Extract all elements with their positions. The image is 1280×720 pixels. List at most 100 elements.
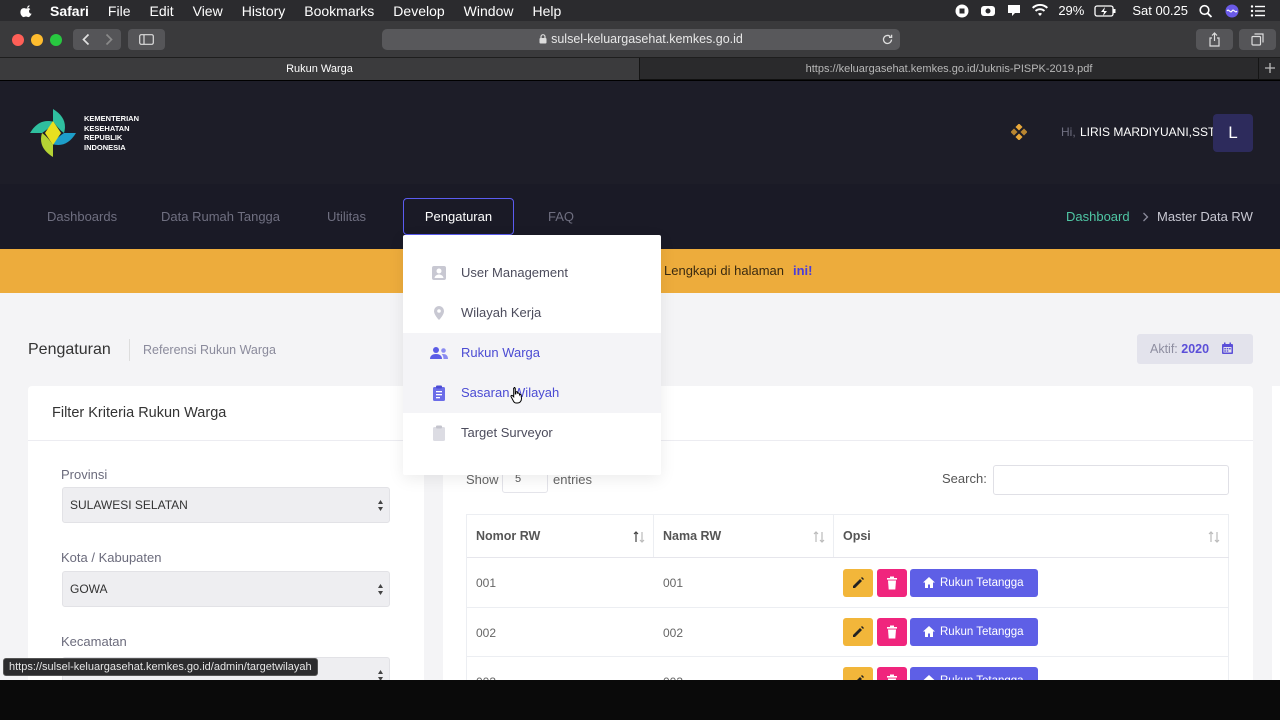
kemenkes-logo-icon[interactable] [28,107,78,159]
active-year-badge[interactable]: Aktif: 2020 [1137,334,1253,364]
edit-button[interactable] [843,569,873,597]
apple-icon[interactable] [20,4,34,18]
calendar-icon [1222,342,1233,354]
right-side-panel [1272,386,1280,680]
row-divider [467,656,1229,657]
nav-pengaturan[interactable]: Pengaturan [403,198,514,235]
sort-icon [633,531,645,543]
close-window-button[interactable] [12,34,24,46]
menu-help[interactable]: Help [532,3,561,19]
select-arrows-icon [378,500,383,511]
tab-overview-button[interactable] [1239,29,1276,50]
user-avatar[interactable]: L [1213,114,1253,152]
spotlight-search-icon[interactable] [1198,4,1214,18]
status-bar-url: https://sulsel-keluargasehat.kemkes.go.i… [3,658,318,676]
website-content: KEMENTERIAN KESEHATAN REPUBLIK INDONESIA… [0,81,1280,680]
th-opsi-label: Opsi [843,529,871,543]
clipboard-icon [433,425,445,441]
tab-bar: Rukun Warga https://keluargasehat.kemkes… [0,58,1280,80]
record-icon[interactable] [954,4,970,18]
nav-utilitas[interactable]: Utilitas [327,209,366,224]
back-arrow-icon[interactable] [81,33,91,46]
search-label: Search: [942,471,987,486]
nav-data-rumah-tangga[interactable]: Data Rumah Tangga [161,209,280,224]
menu-window[interactable]: Window [464,3,514,19]
nav-faq[interactable]: FAQ [548,209,574,224]
pengaturan-dropdown-menu: User Management Wilayah Kerja Rukun Warg… [403,235,661,475]
siri-icon[interactable] [1224,4,1240,18]
map-pin-icon [434,306,444,320]
rukun-tetangga-button[interactable]: Rukun Tetangga [910,569,1038,597]
menubar-status-area: 29% Sat 00.25 [954,0,1280,21]
menu-item-label: Rukun Warga [461,345,540,360]
tab-rukun-warga[interactable]: Rukun Warga [0,58,640,80]
provinsi-select[interactable]: SULAWESI SELATAN [62,487,390,523]
zoom-window-button[interactable] [50,34,62,46]
tab-juknis-pdf[interactable]: https://keluargasehat.kemkes.go.id/Jukni… [640,58,1258,80]
control-center-icon[interactable] [1250,4,1266,18]
th-opsi[interactable]: Opsi [834,515,1228,558]
menu-edit[interactable]: Edit [149,3,173,19]
table-header-border [467,557,1229,558]
delete-button[interactable] [877,667,907,680]
menu-file[interactable]: File [108,3,131,19]
edit-button[interactable] [843,667,873,680]
menu-item-target-surveyor[interactable]: Target Surveyor [403,413,661,453]
select-arrows-icon [378,584,383,595]
sort-icon [1208,531,1220,543]
menu-item-user-management[interactable]: User Management [403,253,661,293]
page-subtitle: Referensi Rukun Warga [143,343,276,357]
breadcrumb-dashboard[interactable]: Dashboard [1066,209,1130,224]
sidebar-icon [139,34,154,45]
minimize-window-button[interactable] [31,34,43,46]
menu-view[interactable]: View [193,3,223,19]
new-tab-button[interactable] [1258,58,1280,80]
menu-history[interactable]: History [242,3,286,19]
forward-arrow-icon[interactable] [104,33,114,46]
apps-grid-icon[interactable] [1011,124,1027,140]
edit-button[interactable] [843,618,873,646]
trash-icon [887,625,897,639]
rukun-tetangga-button[interactable]: Rukun Tetangga [910,618,1038,646]
menu-item-rukun-warga[interactable]: Rukun Warga [403,333,661,373]
macos-menubar: Safari File Edit View History Bookmarks … [0,0,1280,21]
delete-button[interactable] [877,569,907,597]
menu-app-name[interactable]: Safari [50,3,89,19]
reload-icon[interactable] [881,33,894,46]
th-nama-rw[interactable]: Nama RW [654,515,834,558]
menu-item-sasaran-wilayah[interactable]: Sasaran Wilayah [403,373,661,413]
menu-bookmarks[interactable]: Bookmarks [304,3,374,19]
wifi-icon[interactable] [1032,3,1049,18]
row-divider [467,607,1229,608]
menubar-clock[interactable]: Sat 00.25 [1132,3,1188,18]
th-nomor-rw[interactable]: Nomor RW [467,515,654,558]
back-forward-buttons[interactable] [73,29,121,50]
pencil-icon [853,577,864,588]
title-divider [129,339,130,361]
search-input[interactable] [993,465,1229,495]
select-arrows-icon [378,670,383,680]
cell-nama-rw: 002 [663,626,684,640]
home-icon [923,577,935,588]
battery-percent: 29% [1058,3,1085,18]
battery-charging-icon[interactable] [1094,4,1116,18]
share-button[interactable] [1196,29,1233,50]
rukun-tetangga-label: Rukun Tetangga [940,577,1024,589]
active-label: Aktif: [1150,342,1178,356]
cell-nomor-rw: 001 [476,576,497,590]
menu-item-wilayah-kerja[interactable]: Wilayah Kerja [403,293,661,333]
rukun-tetangga-button[interactable]: Rukun Tetangga [910,667,1038,680]
clipboard-list-icon [433,385,445,401]
menu-develop[interactable]: Develop [393,3,444,19]
kota-label: Kota / Kabupaten [61,550,162,565]
kota-select[interactable]: GOWA [62,571,390,607]
video-icon[interactable] [980,4,996,18]
notification-icon[interactable] [1006,4,1022,18]
nav-dashboards[interactable]: Dashboards [47,209,117,224]
banner-link[interactable]: ini! [793,263,813,278]
user-name[interactable]: LIRIS MARDIYUANI,SST [1080,125,1215,139]
delete-button[interactable] [877,618,907,646]
sidebar-toggle-button[interactable] [128,29,165,50]
address-bar[interactable]: sulsel-keluargasehat.kemkes.go.id [382,29,900,50]
kota-value: GOWA [70,582,108,596]
